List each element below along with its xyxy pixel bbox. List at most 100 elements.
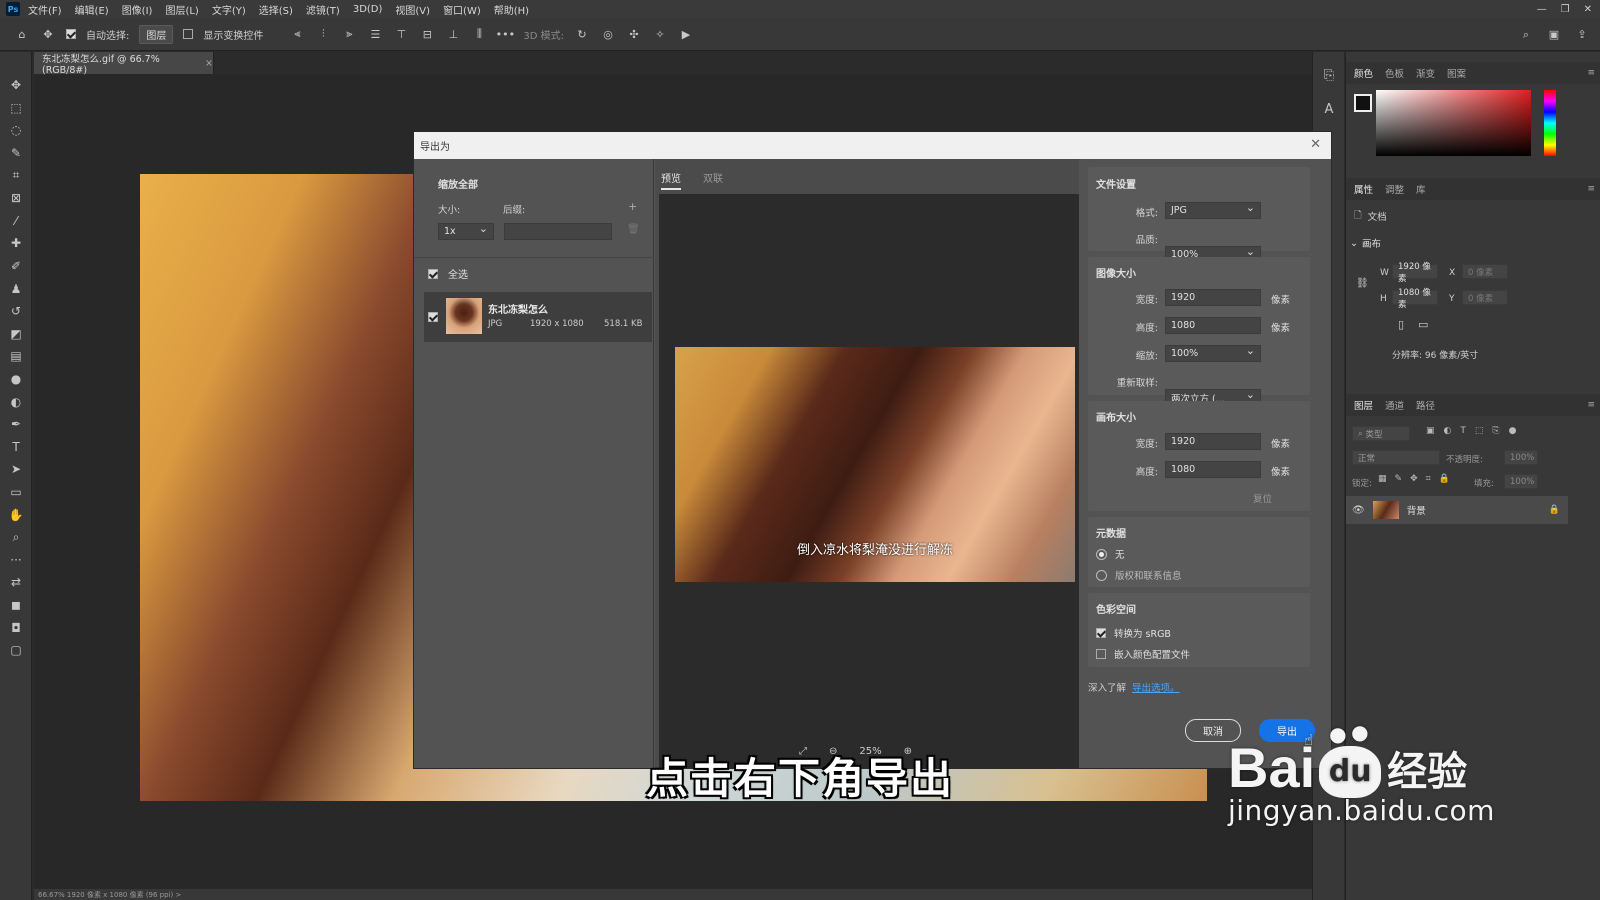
layers-menu-icon[interactable]: ≡ xyxy=(1587,400,1595,410)
tab-2-up[interactable]: 双联 xyxy=(703,170,723,185)
align-right-icon[interactable]: ⫸ xyxy=(341,26,357,42)
meta-none-option[interactable]: 无 xyxy=(1096,547,1125,561)
menu-type[interactable]: 文字(Y) xyxy=(212,2,246,17)
select-all-checkbox[interactable] xyxy=(428,268,438,279)
align-center-icon[interactable]: ⫶ xyxy=(315,26,331,42)
lock-position-icon[interactable]: ✥ xyxy=(1410,474,1418,484)
color-field[interactable] xyxy=(1376,90,1531,156)
width-input[interactable]: 1920 xyxy=(1165,289,1261,306)
landscape-icon[interactable]: ▭ xyxy=(1418,318,1428,331)
gradient-icon[interactable]: ▤ xyxy=(0,345,32,368)
stamp-icon[interactable]: ♟ xyxy=(0,277,32,300)
minimize-icon[interactable]: — xyxy=(1537,4,1547,15)
scale-percent-dropdown[interactable]: 100% xyxy=(1165,344,1261,362)
menu-file[interactable]: 文件(F) xyxy=(28,2,62,17)
convert-srgb-checkbox[interactable] xyxy=(1096,628,1106,638)
opacity-field[interactable]: 100% xyxy=(1504,450,1538,465)
panel-menu-icon[interactable]: ≡ xyxy=(1587,68,1595,78)
meta-none-radio[interactable] xyxy=(1096,548,1107,560)
align-left-icon[interactable]: ⫷ xyxy=(289,26,305,42)
menu-3d[interactable]: 3D(D) xyxy=(353,4,383,15)
hue-slider[interactable] xyxy=(1544,90,1556,156)
menu-select[interactable]: 选择(S) xyxy=(259,2,293,17)
3d-slide-icon[interactable]: ✧ xyxy=(652,26,668,42)
screen-mode-icon[interactable]: ▢ xyxy=(0,639,32,662)
convert-srgb-option[interactable]: 转换为 sRGB xyxy=(1096,626,1171,640)
filter-type-icon[interactable]: T xyxy=(1460,426,1466,436)
tab-color[interactable]: 颜色 xyxy=(1354,66,1373,80)
blend-mode-dropdown[interactable]: 正常 xyxy=(1352,450,1440,465)
filter-shape-icon[interactable]: ⬚ xyxy=(1475,426,1484,436)
suffix-input[interactable] xyxy=(504,223,612,240)
canvas-height-field[interactable]: 1080 像素 xyxy=(1392,288,1438,310)
search-icon[interactable]: ⌕ xyxy=(1518,27,1534,43)
canvas-height-input[interactable]: 1080 xyxy=(1165,461,1261,478)
healing-icon[interactable]: ✚ xyxy=(0,232,32,255)
height-input[interactable]: 1080 xyxy=(1165,317,1261,334)
tab-preview[interactable]: 预览 xyxy=(661,170,681,190)
menu-help[interactable]: 帮助(H) xyxy=(494,2,529,17)
eraser-icon[interactable]: ◩ xyxy=(0,323,32,346)
menu-layer[interactable]: 图层(L) xyxy=(165,2,198,17)
properties-menu-icon[interactable]: ≡ xyxy=(1587,184,1595,194)
scale-dropdown[interactable]: 1x xyxy=(438,222,494,240)
lock-transparent-icon[interactable]: ▦ xyxy=(1378,474,1387,484)
portrait-icon[interactable]: ▯ xyxy=(1398,318,1404,331)
zoom-icon[interactable]: ⌕ xyxy=(0,526,32,549)
history-panel-icon[interactable]: ⎘ xyxy=(1313,58,1345,92)
filter-toggle-icon[interactable]: ● xyxy=(1509,426,1517,436)
eye-icon[interactable]: 👁 xyxy=(1352,505,1365,516)
auto-select-checkbox[interactable] xyxy=(66,29,76,39)
document-tab[interactable]: 东北冻梨怎么.gif @ 66.7%(RGB/8#) × xyxy=(34,52,214,76)
asset-checkbox[interactable] xyxy=(428,312,438,322)
rectangle-icon[interactable]: ▭ xyxy=(0,481,32,504)
meta-copyright-option[interactable]: 版权和联系信息 xyxy=(1096,568,1182,582)
foreground-background-icon[interactable]: ◼ xyxy=(0,594,32,617)
distribute-vertical-icon[interactable]: ⫼ xyxy=(471,26,487,42)
filter-adjust-icon[interactable]: ◐ xyxy=(1444,426,1452,436)
workspace-icon[interactable]: ▣ xyxy=(1546,27,1562,43)
move-tool-icon[interactable]: ✥ xyxy=(40,26,56,42)
type-icon[interactable]: T xyxy=(0,436,32,459)
lock-all-icon[interactable]: 🔒 xyxy=(1439,474,1450,484)
tab-gradients[interactable]: 渐变 xyxy=(1416,66,1435,80)
quick-mask-icon[interactable]: ◘ xyxy=(0,616,32,639)
canvas-width-field[interactable]: 1920 像素 xyxy=(1392,262,1438,284)
align-bottom-icon[interactable]: ⊥ xyxy=(445,26,461,42)
canvas-section[interactable]: ⌄ 画布 xyxy=(1350,236,1381,251)
foreground-swatch[interactable] xyxy=(1354,94,1372,112)
swap-colors-icon[interactable]: ⇄ xyxy=(0,571,32,594)
meta-copyright-radio[interactable] xyxy=(1096,569,1107,581)
eyedropper-icon[interactable]: ⁄ xyxy=(0,210,32,233)
dialog-close-icon[interactable]: ✕ xyxy=(1310,137,1321,152)
close-window-icon[interactable]: ✕ xyxy=(1584,4,1592,15)
blur-icon[interactable]: ● xyxy=(0,368,32,391)
3d-camera-icon[interactable]: ▶ xyxy=(678,26,694,42)
marquee-icon[interactable]: ⬚ xyxy=(0,97,32,120)
tab-paths[interactable]: 路径 xyxy=(1416,398,1435,412)
filter-pixel-icon[interactable]: ▣ xyxy=(1426,426,1435,436)
move-icon[interactable]: ✥ xyxy=(0,74,32,97)
edit-toolbar-icon[interactable]: ··· xyxy=(0,548,32,571)
tab-properties[interactable]: 属性 xyxy=(1354,182,1373,196)
quick-select-icon[interactable]: ✎ xyxy=(0,142,32,165)
add-scale-icon[interactable]: + xyxy=(628,200,637,213)
home-icon[interactable]: ⌂ xyxy=(14,26,30,42)
restore-icon[interactable]: ❐ xyxy=(1561,4,1570,15)
tab-swatches[interactable]: 色板 xyxy=(1385,66,1404,80)
close-tab-icon[interactable]: × xyxy=(205,58,213,69)
align-middle-icon[interactable]: ⊟ xyxy=(419,26,435,42)
fill-field[interactable]: 100% xyxy=(1504,474,1538,489)
canvas-width-input[interactable]: 1920 xyxy=(1165,433,1261,450)
frame-icon[interactable]: ⊠ xyxy=(0,187,32,210)
format-dropdown[interactable]: JPG xyxy=(1165,201,1261,219)
3d-roll-icon[interactable]: ◎ xyxy=(600,26,616,42)
share-icon[interactable]: ⇪ xyxy=(1574,27,1590,43)
tab-layers[interactable]: 图层 xyxy=(1354,398,1373,412)
reset-button[interactable]: 复位 xyxy=(1253,491,1272,505)
tab-adjustments[interactable]: 调整 xyxy=(1385,182,1404,196)
lasso-icon[interactable]: ◌ xyxy=(0,119,32,142)
menu-filter[interactable]: 滤镜(T) xyxy=(306,2,340,17)
hand-icon[interactable]: ✋ xyxy=(0,503,32,526)
show-transform-checkbox[interactable] xyxy=(183,29,194,39)
